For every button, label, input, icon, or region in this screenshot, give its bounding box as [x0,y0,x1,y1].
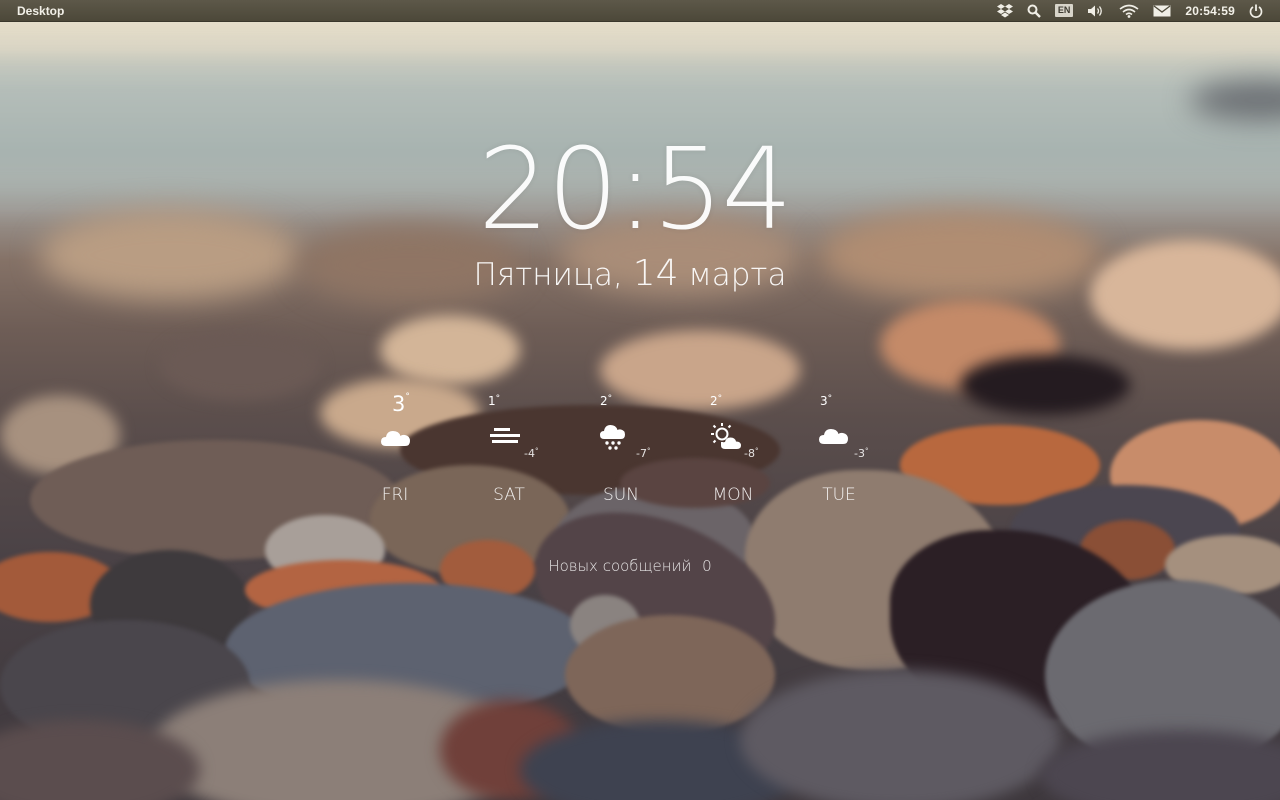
cloud-icon [819,429,848,444]
indicator-area: EN 20:54:59 [990,0,1280,22]
forecast-high: 1° [488,394,501,408]
top-panel: Desktop EN 20:54:59 [0,0,1280,22]
date-weekday: Пятница, [473,257,623,293]
panel-title: Desktop [17,3,65,18]
date-month: марта [688,257,787,293]
power-icon[interactable] [1242,0,1270,22]
forecast-day-name: FRI [381,485,409,505]
panel-clock[interactable]: 20:54:59 [1178,0,1242,22]
widget-date: Пятница, 14 марта [440,252,820,296]
search-icon[interactable] [1020,0,1048,22]
forecast-day-name: TUE [822,485,856,505]
date-day: 14 [632,253,679,294]
forecast-low: -8° [744,447,759,460]
forecast-high: 2° [600,394,613,408]
new-messages: Новых сообщений 0 [520,554,740,578]
forecast-low: -3° [854,447,869,460]
keyboard-layout-label: EN [1054,4,1074,17]
new-messages-count: 0 [702,557,712,575]
forecast-low: -4° [524,447,539,460]
dropbox-icon[interactable] [990,0,1020,22]
partly-sunny-icon [711,423,741,449]
forecast-day-name: MON [712,485,754,505]
new-messages-label: Новых сообщений [548,557,692,575]
forecast-day-name: SAT [493,485,525,505]
forecast-day: 1° -4° SAT [474,392,564,510]
cloud-icon [381,431,410,446]
forecast-low: -7° [636,447,651,460]
mail-icon[interactable] [1146,0,1178,22]
forecast-day: 3° FRI [360,392,450,510]
forecast-day: 3° -3° TUE [804,392,894,510]
widget-time: 20:54 [478,125,793,255]
forecast-high: 3° [820,394,833,408]
forecast-day: 2° -8° MON [696,392,786,510]
forecast-day-name: SUN [603,485,639,505]
forecast-high: 2° [710,394,723,408]
volume-icon[interactable] [1080,0,1112,22]
keyboard-layout-indicator[interactable]: EN [1048,0,1081,22]
wifi-icon[interactable] [1112,0,1146,22]
fog-icon [490,428,520,443]
snow-cloud-icon [600,425,625,450]
forecast-day: 2° -7° SUN [586,392,676,510]
weather-forecast: 3° FRI 1° -4° SAT 2° -7° SUN 2° -8° MON … [360,392,900,512]
forecast-high: 3° [392,392,410,416]
